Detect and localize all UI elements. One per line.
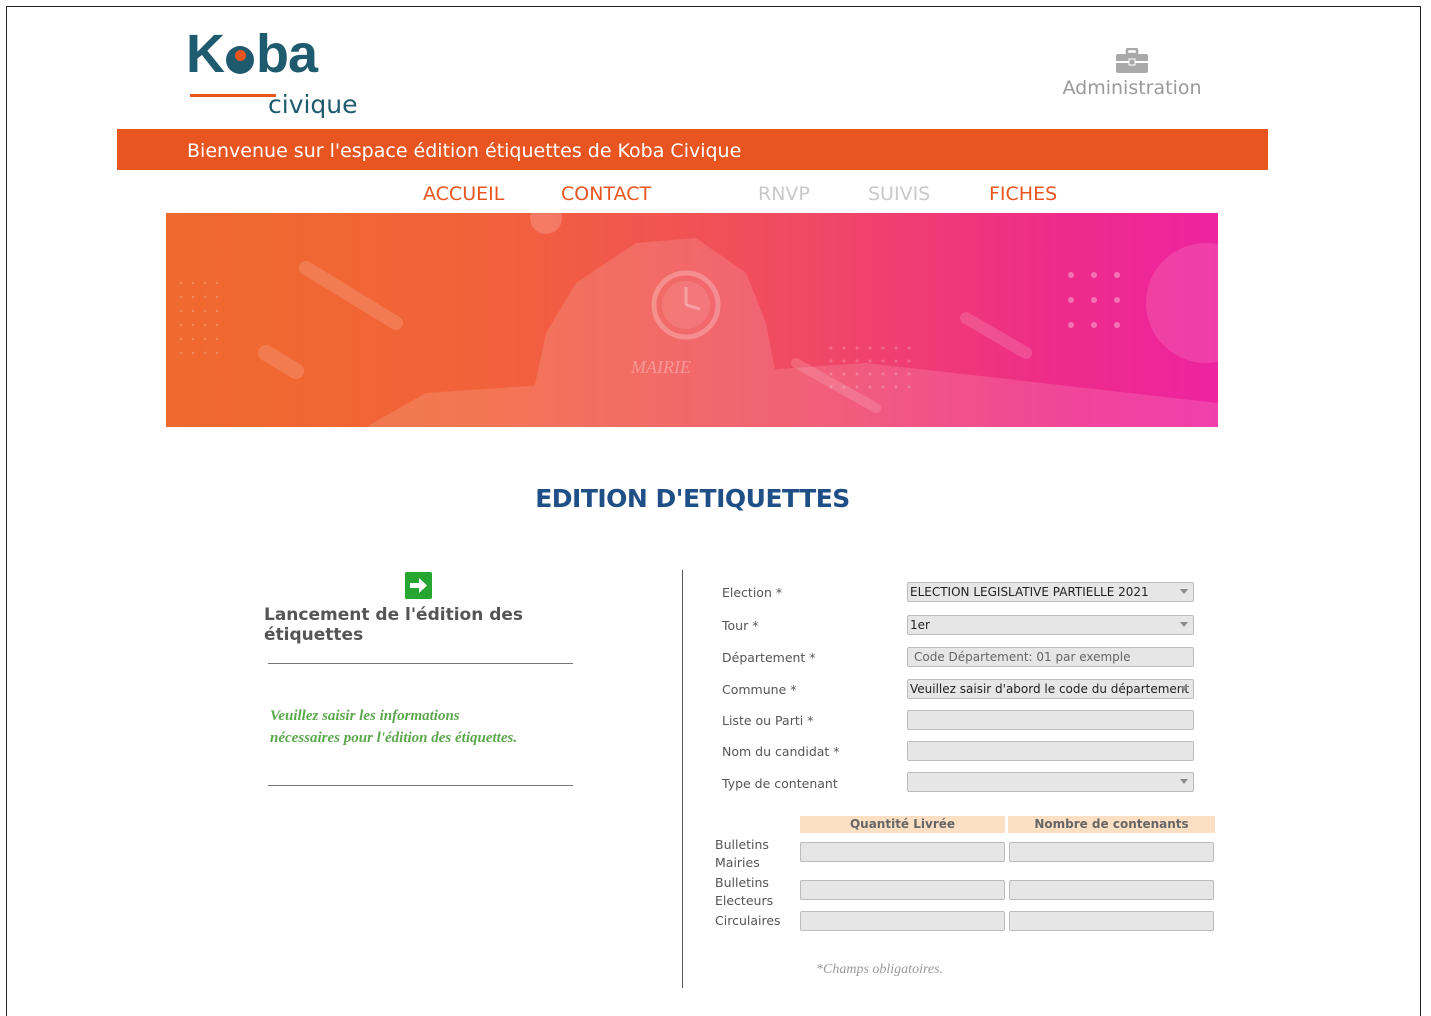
- chevron-down-icon: [1180, 779, 1188, 784]
- candidat-input[interactable]: [907, 741, 1194, 761]
- commune-select[interactable]: Veuillez saisir d'abord le code du dépar…: [907, 679, 1194, 699]
- logo-wordmark: Koba: [186, 24, 318, 84]
- tour-select[interactable]: 1er: [907, 615, 1194, 635]
- mairie-sign: MAIRIE: [630, 357, 691, 377]
- column-divider: [682, 570, 683, 988]
- liste-input[interactable]: [907, 710, 1194, 730]
- welcome-text: Bienvenue sur l'espace édition étiquette…: [187, 140, 742, 162]
- hero-illustration: MAIRIE: [179, 213, 1218, 427]
- bulletins-mairies-contenants-input[interactable]: [1009, 842, 1214, 862]
- briefcase-icon: [1116, 48, 1148, 73]
- election-select-value: ELECTION LEGISLATIVE PARTIELLE 2021: [910, 585, 1149, 599]
- circulaires-label: Circulaires: [715, 913, 781, 928]
- tour-label: Tour *: [722, 618, 759, 633]
- divider-top: [268, 663, 573, 664]
- chevron-down-icon: [1180, 686, 1188, 691]
- page-title: EDITION D'ETIQUETTES: [535, 484, 850, 513]
- launch-title: Lancement de l'édition des étiquettes: [264, 605, 524, 645]
- departement-input[interactable]: Code Département: 01 par exemple: [907, 647, 1194, 667]
- logo-eye-icon: [226, 46, 254, 74]
- koba-civique-logo[interactable]: Koba civique: [186, 24, 358, 124]
- commune-select-value: Veuillez saisir d'abord le code du dépar…: [910, 682, 1190, 696]
- bulletins-electeurs-quantite-input[interactable]: [800, 880, 1005, 900]
- tour-select-value: 1er: [910, 618, 930, 632]
- nombre-contenants-header: Nombre de contenants: [1008, 816, 1215, 833]
- nav-item-contact[interactable]: CONTACT: [561, 183, 651, 205]
- required-fields-note: *Champs obligatoires.: [816, 962, 944, 977]
- quantite-livree-header: Quantité Livrée: [800, 816, 1005, 833]
- main-nav: ACCUEIL CONTACT RNVP SUIVIS FICHES: [0, 183, 1431, 211]
- contenant-select[interactable]: [907, 772, 1194, 792]
- administration-label: Administration: [1062, 77, 1202, 99]
- hero-banner: MAIRIE: [166, 213, 1218, 427]
- candidat-label: Nom du candidat *: [722, 744, 840, 759]
- instructions-line-2: nécessaires pour l'édition des étiquette…: [270, 730, 518, 746]
- liste-label: Liste ou Parti *: [722, 713, 814, 728]
- welcome-banner: Bienvenue sur l'espace édition étiquette…: [117, 129, 1268, 170]
- nav-item-suivis: SUIVIS: [868, 183, 931, 205]
- divider-bottom: [268, 785, 573, 786]
- instructions-text: Veuillez saisir les informations nécessa…: [270, 705, 590, 749]
- contenant-label: Type de contenant: [722, 776, 838, 791]
- election-select[interactable]: ELECTION LEGISLATIVE PARTIELLE 2021: [907, 582, 1194, 602]
- logo-underline: [190, 94, 276, 97]
- circulaires-contenants-input[interactable]: [1009, 911, 1214, 931]
- bulletins-electeurs-label: Bulletins Electeurs: [715, 875, 774, 908]
- election-label: Election *: [722, 585, 783, 600]
- circulaires-quantite-input[interactable]: [800, 911, 1005, 931]
- commune-label: Commune *: [722, 682, 797, 697]
- nav-item-fiches[interactable]: FICHES: [989, 183, 1057, 205]
- nav-item-rnvp: RNVP: [758, 183, 810, 205]
- administration-link[interactable]: Administration: [1062, 48, 1202, 99]
- bulletins-mairies-quantite-input[interactable]: [800, 842, 1005, 862]
- bulletins-mairies-label: Bulletins Mairies: [715, 837, 769, 870]
- chevron-down-icon: [1180, 622, 1188, 627]
- instructions-line-1: Veuillez saisir les informations: [270, 708, 460, 724]
- arrow-right-icon[interactable]: [405, 572, 432, 599]
- logo-subtitle: civique: [268, 90, 358, 119]
- nav-item-accueil[interactable]: ACCUEIL: [423, 183, 504, 205]
- chevron-down-icon: [1180, 589, 1188, 594]
- bulletins-electeurs-contenants-input[interactable]: [1009, 880, 1214, 900]
- departement-label: Département *: [722, 650, 816, 665]
